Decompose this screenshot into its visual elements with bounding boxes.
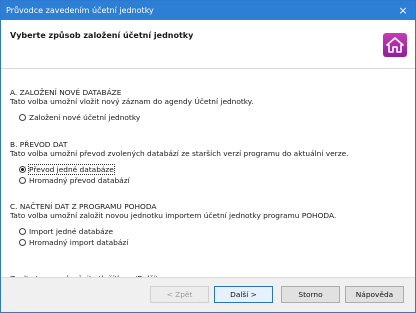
radio-label[interactable]: Hromadný import databází: [29, 238, 128, 247]
section-b-description: Tato volba umožní převod zvolených datab…: [10, 149, 349, 158]
section-b-title: B. PŘEVOD DAT: [10, 140, 68, 149]
title-bar: Průvodce zavedením účetní jednotky ×: [1, 1, 415, 20]
radio-new-unit[interactable]: Založení nové účetní jednotky: [19, 112, 405, 123]
section-c: C. NAČTENÍ DAT Z PROGRAMU POHODA Tato vo…: [10, 202, 405, 248]
radio-button[interactable]: [19, 177, 26, 184]
section-a-description: Tato volba umožní vložit nový záznam do …: [10, 97, 254, 106]
section-a: A. ZALOŽENÍ NOVÉ DATABÁZE Tato volba umo…: [10, 88, 405, 123]
section-c-title: C. NAČTENÍ DAT Z PROGRAMU POHODA: [10, 202, 157, 211]
wizard-window: Průvodce zavedením účetní jednotky × Vyb…: [0, 0, 416, 313]
home-icon: [383, 33, 407, 57]
close-icon[interactable]: ×: [397, 5, 409, 16]
window-title: Průvodce zavedením účetní jednotky: [6, 6, 154, 15]
radio-button[interactable]: [19, 228, 26, 235]
radio-button[interactable]: [19, 239, 26, 246]
radio-convert-single[interactable]: Převod jedné databáze: [19, 164, 405, 175]
section-b: B. PŘEVOD DAT Tato volba umožní převod z…: [10, 140, 405, 186]
help-button[interactable]: Nápověda: [345, 286, 404, 303]
section-c-description: Tato volba umožní založit novou jednotku…: [10, 211, 337, 220]
radio-label[interactable]: Import jedné databáze: [29, 227, 113, 236]
back-button[interactable]: < Zpět: [150, 286, 209, 303]
radio-import-bulk[interactable]: Hromadný import databází: [19, 237, 405, 248]
radio-convert-bulk[interactable]: Hromadný převod databází: [19, 175, 405, 186]
wizard-header: Vyberte způsob založení účetní jednotky: [1, 20, 415, 69]
radio-label[interactable]: Převod jedné databáze: [28, 164, 115, 175]
button-bar: < Zpět Další > Storno Nápověda: [1, 277, 415, 312]
section-a-title: A. ZALOŽENÍ NOVÉ DATABÁZE: [10, 88, 122, 97]
radio-label[interactable]: Hromadný převod databází: [29, 176, 130, 185]
next-button[interactable]: Další >: [214, 286, 273, 303]
radio-button-selected[interactable]: [19, 166, 26, 173]
cancel-button[interactable]: Storno: [281, 286, 340, 303]
radio-button[interactable]: [19, 114, 26, 121]
page-title: Vyberte způsob založení účetní jednotky: [10, 31, 194, 40]
radio-import-single[interactable]: Import jedné databáze: [19, 226, 405, 237]
radio-label[interactable]: Založení nové účetní jednotky: [29, 113, 140, 122]
